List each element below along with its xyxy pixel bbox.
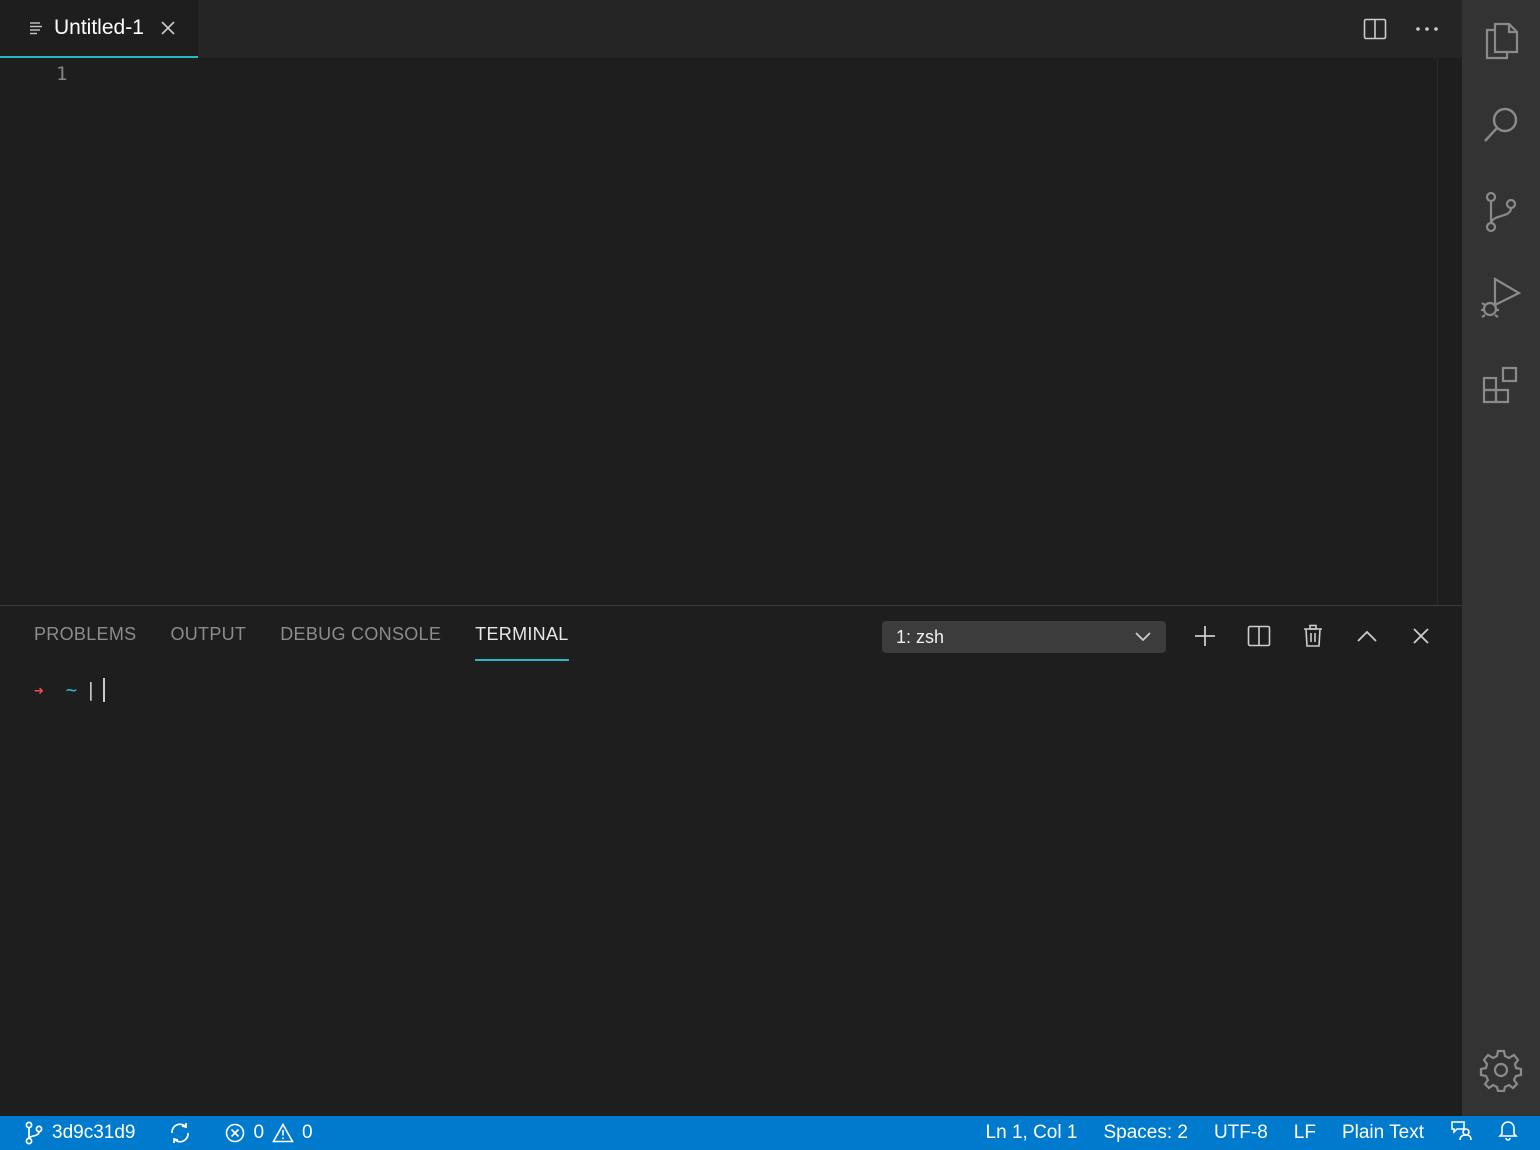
run-debug-icon[interactable] — [1462, 257, 1540, 337]
terminal-input: | — [85, 679, 97, 701]
line-ending-status[interactable]: LF — [1294, 1122, 1316, 1144]
language-mode[interactable]: Plain Text — [1342, 1122, 1424, 1144]
problems-status[interactable]: 0 0 — [225, 1122, 313, 1144]
terminal-cursor — [102, 678, 105, 702]
error-icon — [226, 1123, 245, 1143]
plain-text-file-icon — [28, 20, 44, 36]
feedback-icon[interactable] — [1450, 1119, 1472, 1147]
trash-icon[interactable] — [1298, 620, 1328, 652]
terminal-select-dropdown[interactable]: 1: zsh — [882, 621, 1166, 653]
terminal-prompt[interactable]: ➜ ~ | — [34, 678, 105, 702]
chevron-down-icon — [1135, 632, 1151, 642]
cursor-position[interactable]: Ln 1, Col 1 — [986, 1122, 1078, 1144]
activity-bar — [1462, 0, 1540, 1116]
editor-area: Untitled-1 1 — [0, 0, 1462, 605]
tab-bar: Untitled-1 — [0, 0, 1462, 58]
search-icon[interactable] — [1462, 85, 1540, 165]
source-control-icon[interactable] — [1462, 172, 1540, 252]
close-icon[interactable] — [158, 18, 178, 38]
branch-status[interactable]: 3d9c31d9 — [24, 1121, 135, 1145]
terminal-select-value: 1: zsh — [896, 626, 945, 647]
new-terminal-icon[interactable] — [1190, 620, 1220, 652]
indentation-status[interactable]: Spaces: 2 — [1103, 1122, 1188, 1144]
bottom-panel: PROBLEMS OUTPUT DEBUG CONSOLE TERMINAL 1… — [0, 605, 1462, 1116]
panel-tabs: PROBLEMS OUTPUT DEBUG CONSOLE TERMINAL — [34, 624, 569, 661]
line-number: 1 — [56, 63, 68, 85]
warning-icon — [272, 1123, 294, 1143]
git-branch-icon — [25, 1121, 43, 1145]
tab-title: Untitled-1 — [54, 16, 144, 39]
split-terminal-icon[interactable] — [1244, 620, 1274, 652]
split-editor-icon[interactable] — [1360, 14, 1390, 44]
encoding-status[interactable]: UTF-8 — [1214, 1122, 1268, 1144]
extensions-icon[interactable] — [1462, 345, 1540, 425]
settings-gear-icon[interactable] — [1462, 1030, 1540, 1110]
branch-name: 3d9c31d9 — [52, 1122, 136, 1143]
tab-debug-console[interactable]: DEBUG CONSOLE — [280, 624, 441, 661]
maximize-panel-icon[interactable] — [1352, 620, 1382, 652]
sync-status[interactable] — [169, 1122, 191, 1144]
prompt-arrow: ➜ — [34, 680, 44, 700]
more-actions-icon[interactable] — [1412, 14, 1442, 44]
vertical-scrollbar[interactable] — [1437, 58, 1438, 605]
status-bar: 3d9c31d9 0 0 Ln 1, Col 1 Spaces: 2 UTF-8… — [0, 1116, 1540, 1150]
notifications-bell-icon[interactable] — [1498, 1119, 1518, 1147]
prompt-directory: ~ — [65, 679, 78, 701]
editor-tab-untitled[interactable]: Untitled-1 — [0, 0, 198, 58]
editor-body[interactable]: 1 — [0, 58, 1462, 605]
sync-icon — [171, 1123, 190, 1143]
explorer-icon[interactable] — [1462, 0, 1540, 80]
tab-terminal[interactable]: TERMINAL — [475, 624, 569, 661]
warning-count: 0 — [302, 1122, 313, 1143]
tab-output[interactable]: OUTPUT — [170, 624, 246, 661]
close-panel-icon[interactable] — [1406, 620, 1436, 652]
error-count: 0 — [253, 1122, 265, 1143]
tab-problems[interactable]: PROBLEMS — [34, 624, 136, 661]
